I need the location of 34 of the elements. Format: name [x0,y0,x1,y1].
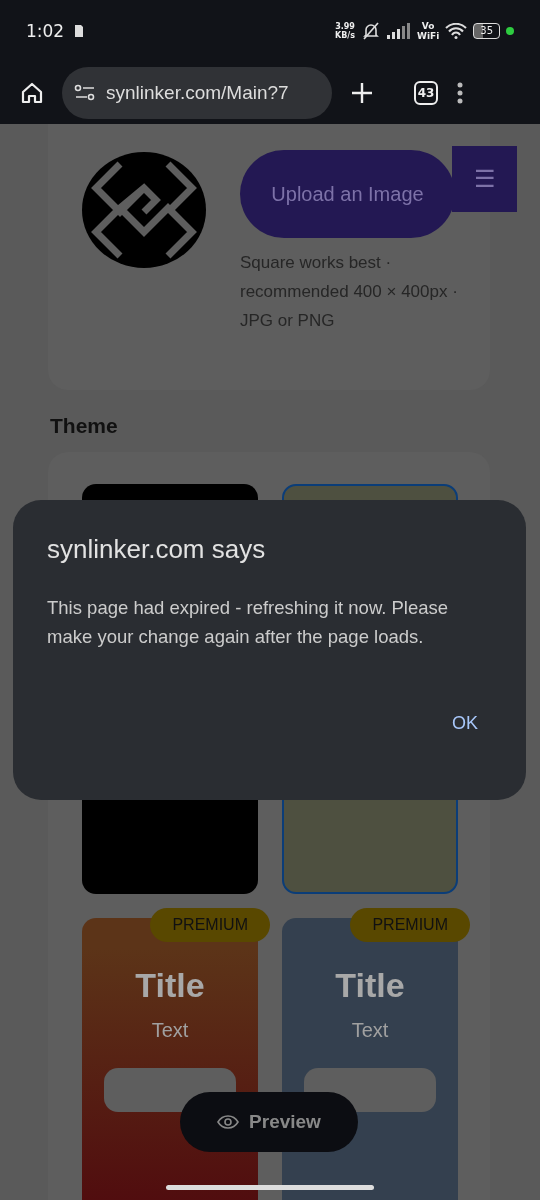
premium-badge: PREMIUM [150,908,270,942]
section-heading: Theme [50,414,119,438]
eye-icon [217,1115,240,1129]
tile-text: Text [351,1019,389,1042]
tab-count-button[interactable]: 43 [414,81,438,105]
new-tab-icon[interactable] [350,81,374,105]
dialog-title: synlinker.com says [47,534,267,565]
upload-hint: Square works best · recommended 400 × 400px · JPG or PNG [240,252,459,332]
signal-icon [387,23,411,39]
status-dot-icon [506,27,514,35]
network-speed-unit: KB/s [335,31,355,40]
ok-button[interactable]: OK [438,705,492,742]
dialog-message: This page had expired - refreshing it now. Please make your change again after the page loads. [47,596,450,649]
upload-image-button[interactable]: Upload an Image [240,150,455,238]
vowifi-label: Vo [421,21,435,31]
menu-button[interactable]: ☰ [452,146,517,212]
muted-bell-icon [361,21,381,41]
wifi-icon [445,23,468,39]
url-text: synlinker.com/Main?7 [106,82,289,104]
address-bar[interactable]: synlinker.com/Main?7 [62,67,332,119]
home-icon[interactable] [20,81,44,105]
sim-card-icon [74,24,85,38]
tile-text: Text [151,1019,189,1042]
more-options-icon[interactable] [456,81,464,105]
site-settings-icon[interactable] [74,84,96,102]
premium-badge: PREMIUM [350,908,470,942]
battery-indicator: 35 [473,23,500,39]
tile-title: Title [135,966,205,1005]
preview-button[interactable]: Preview [180,1092,358,1152]
vowifi-label-bottom: WiFi [417,31,440,41]
tile-title: Title [335,966,405,1005]
logo-icon [82,150,206,270]
network-speed: 3.99 [335,22,355,31]
clock: 1:02 [26,21,65,41]
